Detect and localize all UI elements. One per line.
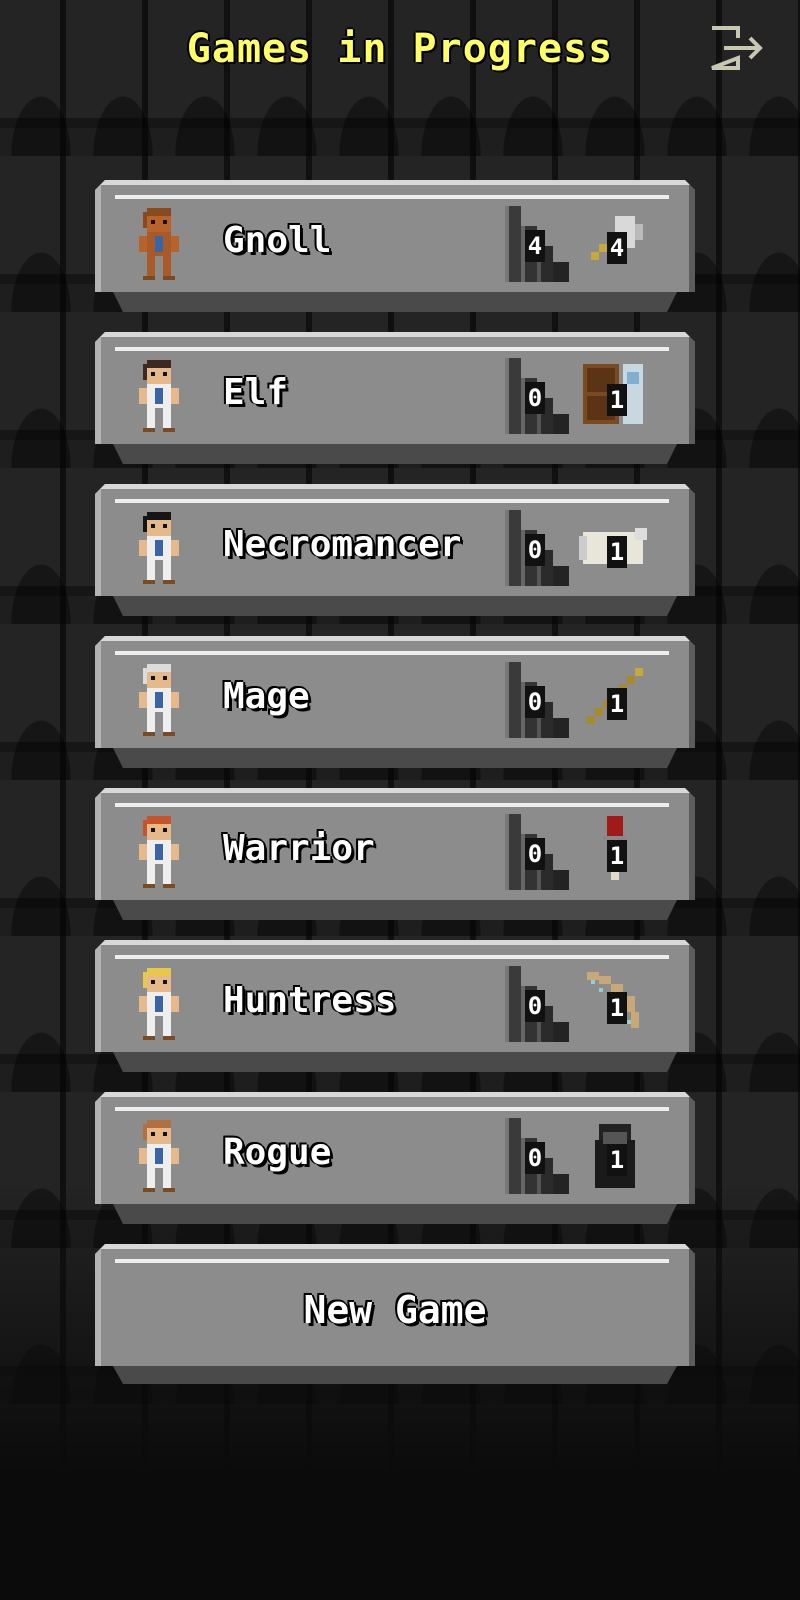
depth-value: 0 [525,838,545,870]
new-game-button[interactable]: New Game [95,1244,695,1384]
hero-class-name: Gnoll [223,220,332,261]
hero-avatar-icon [131,964,187,1044]
depth-value: 0 [525,382,545,414]
page-title: Games in Progress [186,26,614,72]
depth-value: 0 [525,534,545,566]
game-slot-mage[interactable]: Mage 0 1 [95,636,695,768]
hero-class-name: Rogue [223,1132,332,1173]
item-level-value: 1 [607,840,627,872]
hero-avatar-icon [131,204,187,284]
hero-class-name: Necromancer [223,524,462,565]
hero-class-name: Warrior [223,828,375,869]
game-slot-warrior[interactable]: Warrior 0 1 [95,788,695,920]
item-level-value: 4 [607,232,627,264]
hero-class-name: Elf [223,372,289,413]
item-level-value: 1 [607,1144,627,1176]
game-slot-huntress[interactable]: Huntress 0 1 [95,940,695,1072]
game-slot-elf[interactable]: Elf 0 1 [95,332,695,464]
slot-panel-base [113,900,677,920]
hero-class-name: Huntress [223,980,397,1021]
item-level-value: 1 [607,992,627,1024]
item-level-value: 1 [607,536,627,568]
exit-icon[interactable] [708,24,768,72]
depth-value: 0 [525,686,545,718]
slot-panel-base [113,1052,677,1072]
hero-avatar-icon [131,812,187,892]
depth-value: 0 [525,990,545,1022]
game-slot-rogue[interactable]: Rogue 0 1 [95,1092,695,1224]
slot-panel-base [113,444,677,464]
slot-panel-base [113,292,677,312]
depth-value: 0 [525,1142,545,1174]
slot-panel-base [113,596,677,616]
item-level-value: 1 [607,384,627,416]
slot-panel-base [113,748,677,768]
game-slot-necromancer[interactable]: Necromancer 0 1 [95,484,695,616]
slot-panel-base [113,1204,677,1224]
item-level-value: 1 [607,688,627,720]
new-game-panel-base [113,1366,677,1384]
hero-avatar-icon [131,660,187,740]
new-game-label: New Game [303,1288,487,1332]
hero-avatar-icon [131,356,187,436]
hero-avatar-icon [131,508,187,588]
hero-avatar-icon [131,1116,187,1196]
hero-class-name: Mage [223,676,310,717]
depth-value: 4 [525,230,545,262]
game-slot-gnoll[interactable]: Gnoll 4 4 [95,180,695,312]
games-list: Gnoll 4 4 Elf 0 1 Necromancer 0 1 Mage 0… [95,180,695,1404]
